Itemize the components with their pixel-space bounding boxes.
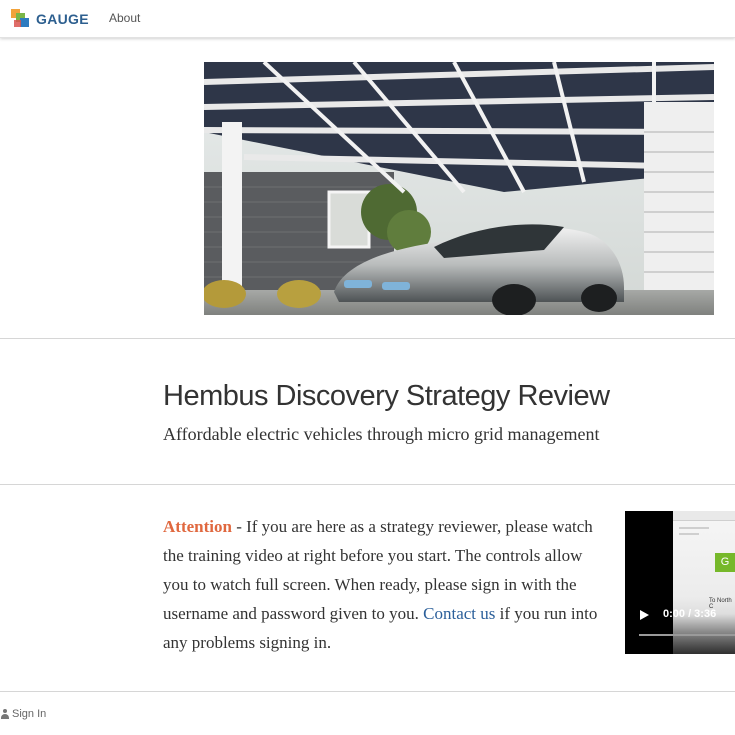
video-progress-bar[interactable] [639,634,735,636]
brand-link[interactable]: GAUGE [10,8,89,30]
nav-about-link[interactable]: About [109,11,140,25]
divider-bottom [0,691,735,692]
video-time: 0:00 / 3:36 [663,608,717,620]
divider-middle [0,484,735,485]
project-subtitle: Affordable electric vehicles through mic… [163,424,600,444]
notice-paragraph: Attention - If you are here as a strateg… [163,512,603,657]
user-icon [1,709,9,719]
sign-in-link[interactable]: Sign In [1,708,46,720]
project-title: Hembus Discovery Strategy Review [163,380,610,412]
play-icon[interactable] [640,610,649,620]
video-thumb-button: G [715,553,735,572]
contact-us-link[interactable]: Contact us [423,604,495,623]
gauge-logo-icon [10,8,32,30]
top-navbar: GAUGE About [0,0,735,38]
training-video-player[interactable]: G To North C 0:00 / 3:36 [625,511,735,654]
attention-label: Attention [163,517,232,536]
sign-in-label: Sign In [12,708,47,720]
hero-image [204,62,714,315]
brand-name: GAUGE [36,11,89,27]
divider-top [0,338,735,339]
